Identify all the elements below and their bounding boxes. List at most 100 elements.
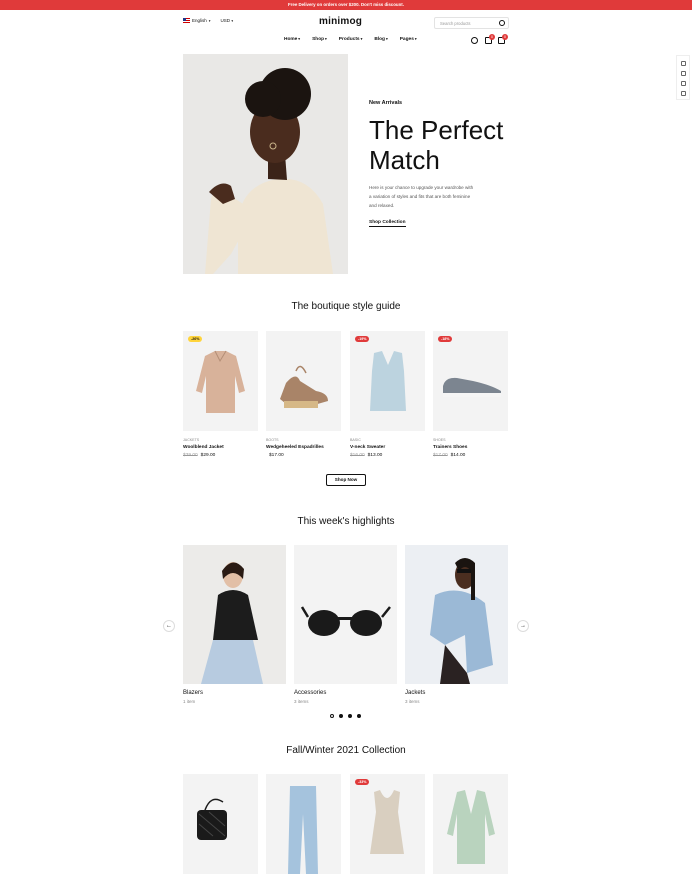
category-image[interactable]	[294, 545, 397, 684]
bag-image	[197, 798, 227, 840]
locale-switcher[interactable]: English ▾ USD ▾	[183, 18, 233, 23]
search-placeholder: Search products	[440, 21, 471, 26]
category-card[interactable]: Accessories 3 items	[294, 545, 397, 704]
product-image[interactable]: -26%	[183, 331, 258, 431]
pagination-dot[interactable]	[348, 714, 352, 718]
product-category: SHOES	[433, 438, 446, 442]
product-image[interactable]: -18%	[433, 331, 508, 431]
pagination-dot[interactable]	[330, 714, 334, 718]
language-selector[interactable]: English ▾	[183, 18, 211, 23]
product-price: $17.00 $14.00	[433, 453, 508, 458]
product-image[interactable]: -33%	[350, 774, 425, 874]
language-label: English	[192, 18, 207, 23]
nav-item-shop[interactable]: Shop	[312, 37, 327, 42]
current-price: $17.00	[269, 453, 284, 458]
bag-icon[interactable]	[680, 91, 686, 96]
currency-selector[interactable]: USD ▾	[221, 18, 234, 23]
collection-title: Fall/Winter 2021 Collection	[286, 745, 406, 756]
main-nav: Home Shop Products Blog Pages	[284, 37, 417, 42]
pagination-dot[interactable]	[357, 714, 361, 718]
category-name[interactable]: Blazers	[183, 690, 286, 696]
currency-label: USD	[220, 18, 231, 23]
product-card[interactable]: -26% JACKETS Woolblend Jacket $39.00 $29.…	[183, 331, 258, 458]
hero-description: Here is your chance to upgrade your ward…	[369, 185, 474, 208]
product-name[interactable]: V-neck Sweater	[350, 445, 425, 450]
product-name[interactable]: Wedgeheeled Espadrilles	[266, 445, 341, 450]
compare-icon[interactable]	[680, 71, 686, 76]
product-card[interactable]	[433, 774, 508, 874]
product-card[interactable]: BOOTS Wedgeheeled Espadrilles $17.00	[266, 331, 341, 458]
shop-collection-link[interactable]: Shop Collection	[369, 220, 406, 227]
style-guide-title: The boutique style guide	[291, 301, 401, 312]
category-card[interactable]: Blazers 1 item	[183, 545, 286, 704]
sunglasses-image	[294, 545, 397, 684]
nav-item-products[interactable]: Products	[339, 37, 363, 42]
sweater-image	[370, 351, 406, 411]
trainers-image	[443, 377, 501, 397]
product-card[interactable]: -33%	[350, 774, 425, 874]
nav-item-home[interactable]: Home	[284, 37, 300, 42]
nav-item-blog[interactable]: Blog	[374, 37, 387, 42]
side-toolbar	[676, 55, 690, 100]
header-actions: 0 0	[470, 34, 510, 46]
jeans-image	[288, 786, 318, 874]
product-name[interactable]: Woolblend Jacket	[183, 445, 258, 450]
category-name[interactable]: Jackets	[405, 690, 508, 696]
site-logo[interactable]: minimog	[319, 16, 362, 27]
sale-badge: -18%	[438, 336, 453, 342]
old-price: $39.00	[183, 453, 198, 458]
product-image[interactable]	[433, 774, 508, 874]
product-card[interactable]: -19% BASIC V-neck Sweater $16.00 $13.00	[350, 331, 425, 458]
wishlist-icon[interactable]: 0	[485, 34, 495, 44]
blazers-image	[183, 545, 286, 684]
product-image[interactable]	[183, 774, 258, 874]
user-icon[interactable]	[471, 37, 478, 44]
product-card[interactable]	[266, 774, 341, 874]
product-image[interactable]: -19%	[350, 331, 425, 431]
wishlist-badge: 0	[489, 34, 495, 40]
espadrille-image	[280, 365, 328, 408]
carousel-next-button[interactable]: →	[517, 620, 529, 632]
product-card[interactable]	[183, 774, 258, 874]
search-icon[interactable]	[499, 20, 505, 26]
cart-icon[interactable]: 0	[498, 34, 508, 44]
tag-icon[interactable]	[680, 61, 686, 66]
cardigan-image	[447, 790, 495, 864]
jackets-image	[405, 545, 508, 684]
hero-title: The Perfect Match	[369, 115, 509, 175]
product-category: BASIC	[350, 438, 361, 442]
arrow-left-icon: ←	[166, 623, 172, 629]
product-price: $17.00	[266, 453, 341, 458]
shop-now-button[interactable]: Shop Now	[326, 474, 366, 486]
layout-icon[interactable]	[680, 81, 686, 86]
product-category: BOOTS	[266, 438, 279, 442]
category-image[interactable]	[183, 545, 286, 684]
chevron-down-icon: ▾	[231, 19, 234, 23]
category-name[interactable]: Accessories	[294, 690, 397, 696]
jacket-image	[196, 350, 245, 413]
us-flag-icon	[183, 18, 190, 23]
carousel-prev-button[interactable]: ←	[163, 620, 175, 632]
hero-content: New Arrivals The Perfect Match Here is y…	[369, 100, 509, 228]
hero-image	[183, 54, 348, 274]
category-count: 1 item	[183, 699, 196, 704]
product-card[interactable]: -18% SHOES Trainers Shoes $17.00 $14.00	[433, 331, 508, 458]
product-price: $16.00 $13.00	[350, 453, 425, 458]
arrow-right-icon: →	[520, 623, 526, 629]
product-image[interactable]	[266, 331, 341, 431]
nav-item-pages[interactable]: Pages	[400, 37, 417, 42]
product-image[interactable]	[266, 774, 341, 874]
category-card[interactable]: Jackets 3 items	[405, 545, 508, 704]
category-count: 3 items	[405, 699, 420, 704]
chevron-down-icon: ▾	[208, 18, 211, 23]
search-input[interactable]: Search products	[434, 17, 509, 29]
current-price: $14.00	[450, 453, 466, 458]
announcement-bar: Free Delivery on orders over $200. Don't…	[0, 0, 692, 10]
pagination-dot[interactable]	[339, 714, 343, 718]
carousel-pagination	[330, 714, 361, 718]
old-price: $16.00	[350, 453, 365, 458]
category-image[interactable]	[405, 545, 508, 684]
model-illustration	[183, 54, 348, 274]
product-name[interactable]: Trainers Shoes	[433, 445, 508, 450]
highlights-title: This week's highlights	[297, 516, 395, 527]
